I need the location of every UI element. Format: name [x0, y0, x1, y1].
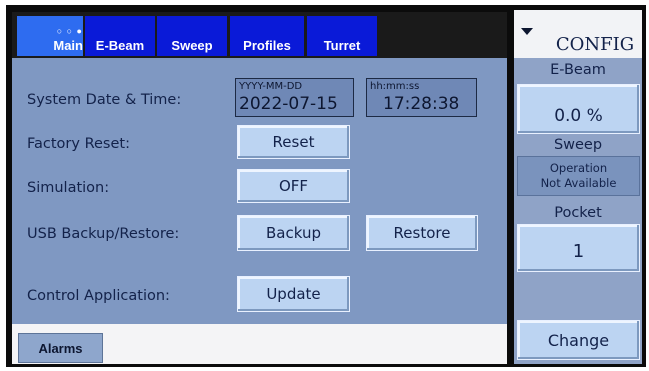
pocket-label: Pocket	[554, 205, 602, 221]
tab-main[interactable]: ○ ○ ● Main	[17, 16, 83, 56]
time-field[interactable]: hh:mm:ss 17:28:38	[366, 78, 477, 117]
ebeam-value-display: 0.0 %	[517, 84, 640, 134]
tab-turret[interactable]: Turret	[307, 16, 377, 56]
reset-button[interactable]: Reset	[237, 125, 350, 159]
pocket-button[interactable]: 1	[517, 224, 640, 272]
sweep-status-line1: Operation	[549, 161, 608, 175]
tab-profiles-label: Profiles	[243, 38, 291, 53]
control-application-label: Control Application:	[27, 288, 170, 304]
simulation-label: Simulation:	[27, 180, 110, 196]
tab-profiles[interactable]: Profiles	[230, 16, 304, 56]
page-indicator-dots: ○ ○ ●	[56, 26, 83, 36]
restore-button[interactable]: Restore	[366, 215, 478, 251]
date-value: 2022-07-15	[239, 94, 338, 114]
pocket-value: 1	[572, 240, 585, 262]
date-placeholder: YYYY-MM-DD	[239, 81, 303, 92]
sweep-status-display: Operation Not Available	[517, 156, 640, 196]
config-label: CONFIG	[555, 34, 635, 55]
tab-sweep-label: Sweep	[171, 38, 213, 53]
sweep-status-line2: Not Available	[540, 176, 617, 190]
dropdown-triangle-icon	[521, 28, 533, 35]
datetime-label: System Date & Time:	[27, 92, 182, 108]
ebeam-status-label: E-Beam	[550, 62, 606, 78]
simulation-toggle-button[interactable]: OFF	[237, 169, 350, 203]
usb-backup-restore-label: USB Backup/Restore:	[27, 226, 180, 242]
alarms-button[interactable]: Alarms	[18, 333, 103, 363]
change-button[interactable]: Change	[517, 320, 640, 360]
backup-button[interactable]: Backup	[237, 215, 350, 251]
sweep-status-label: Sweep	[553, 137, 603, 153]
date-field[interactable]: YYYY-MM-DD 2022-07-15	[235, 78, 354, 117]
ebeam-value: 0.0 %	[554, 106, 603, 126]
change-button-label: Change	[547, 330, 610, 350]
time-placeholder: hh:mm:ss	[370, 81, 420, 92]
factory-reset-label: Factory Reset:	[27, 136, 130, 152]
tab-sweep[interactable]: Sweep	[157, 16, 227, 56]
update-button[interactable]: Update	[237, 276, 350, 312]
tab-ebeam[interactable]: E-Beam	[85, 16, 155, 56]
tab-turret-label: Turret	[323, 38, 361, 53]
tab-ebeam-label: E-Beam	[95, 38, 145, 53]
tab-main-label: Main	[53, 38, 83, 53]
time-value: 17:28:38	[383, 94, 460, 114]
